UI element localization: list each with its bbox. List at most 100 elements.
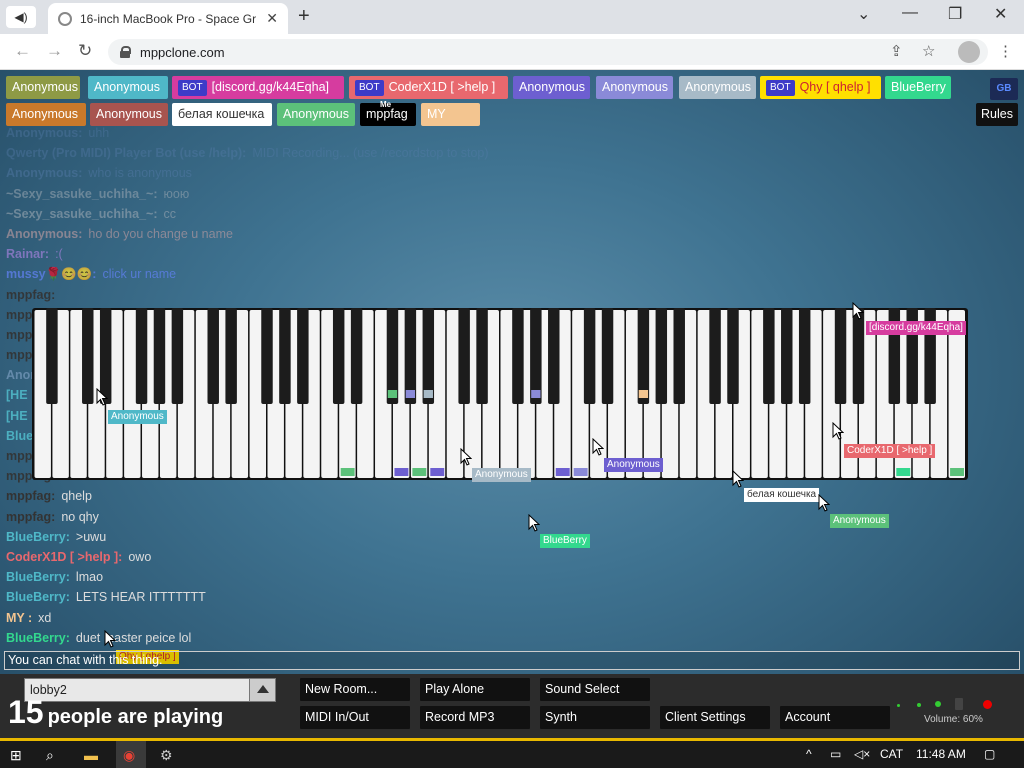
black-key[interactable] — [834, 308, 847, 404]
gb-button[interactable]: GB — [990, 78, 1018, 100]
volume-muted-icon[interactable]: ◁× — [854, 747, 870, 761]
black-key[interactable] — [332, 308, 345, 404]
rules-button[interactable]: Rules — [976, 103, 1018, 126]
forward-button[interactable]: → — [46, 41, 63, 61]
user-badge[interactable]: Anonymous — [513, 76, 590, 99]
user-badge[interactable]: BOT [discord.gg/k44Eqha] — [172, 76, 344, 99]
play-alone-button[interactable]: Play Alone — [420, 678, 530, 701]
black-key[interactable] — [261, 308, 273, 404]
chat-author[interactable]: BlueBerry: — [6, 590, 70, 604]
clock[interactable]: 11:48 AM — [916, 747, 966, 761]
black-key[interactable] — [798, 308, 811, 404]
black-key[interactable] — [601, 308, 614, 404]
minimize-button[interactable]: — — [902, 4, 918, 22]
black-key[interactable] — [458, 308, 470, 404]
user-badge[interactable]: Anonymous — [6, 76, 80, 99]
black-key[interactable] — [135, 308, 148, 404]
black-key[interactable] — [673, 308, 685, 404]
chat-input[interactable]: You can chat with this thing. — [4, 651, 1020, 670]
black-key[interactable] — [404, 308, 417, 404]
user-badge[interactable]: BOT CoderX1D [ >help ] — [349, 76, 508, 99]
address-bar[interactable]: mppclone.com — [108, 39, 988, 65]
black-key[interactable] — [655, 308, 668, 404]
menu-dots-icon[interactable]: ⋮ — [998, 42, 1013, 60]
chat-author[interactable]: mppfag: — [6, 288, 55, 302]
user-badge[interactable]: Anonymous — [596, 76, 673, 99]
chat-author[interactable]: MY : — [6, 611, 32, 625]
black-key[interactable] — [297, 308, 309, 404]
bookmark-star-icon[interactable]: ☆ — [922, 42, 935, 60]
windows-start-icon[interactable]: ⊞ — [10, 747, 22, 764]
close-tab-icon[interactable]: ✕ — [266, 10, 278, 27]
chat-author[interactable]: mppfag: — [6, 489, 55, 503]
browser-tab[interactable]: 16-inch MacBook Pro - Space Gr ✕ — [48, 3, 288, 34]
midi-in-out-button[interactable]: MIDI In/Out — [300, 706, 410, 729]
black-key[interactable] — [781, 308, 793, 404]
chat-author[interactable]: BlueBerry: — [6, 631, 70, 645]
black-key[interactable] — [583, 308, 596, 404]
close-window-button[interactable]: ✕ — [994, 4, 1007, 24]
chat-author[interactable]: ~Sexy_sasuke_uchiha_~: — [6, 207, 158, 221]
new-tab-button[interactable]: + — [298, 5, 310, 28]
user-badge[interactable]: BlueBerry — [885, 76, 951, 99]
chat-author[interactable]: mussy🌹😊😊: — [6, 267, 96, 281]
file-explorer-icon[interactable]: ▬ — [84, 747, 98, 763]
user-badge[interactable]: Anonymous — [90, 103, 168, 126]
account-button[interactable]: Account — [780, 706, 890, 729]
user-badge[interactable]: BOT Qhy [ qhelp ] — [760, 76, 881, 99]
tray-chevron-icon[interactable]: ^ — [806, 747, 812, 761]
chat-author[interactable]: Anonymous: — [6, 227, 82, 241]
black-key[interactable] — [207, 308, 219, 404]
tab-search-icon[interactable]: ⌄ — [857, 4, 870, 24]
chat-author[interactable]: Qwerty (Pro MIDI) Player Bot (use /help)… — [6, 146, 246, 160]
chat-author[interactable]: BlueBerry: — [6, 530, 70, 544]
black-key[interactable] — [225, 308, 237, 404]
volume-knob[interactable] — [955, 698, 963, 710]
user-badge[interactable]: белая кошечка — [172, 103, 272, 126]
black-key[interactable] — [422, 308, 435, 404]
synth-button[interactable]: Synth — [540, 706, 650, 729]
chrome-icon[interactable]: ◉ — [123, 747, 135, 764]
piano-keys[interactable] — [34, 308, 966, 480]
app-icon[interactable]: ⚙ — [160, 747, 173, 764]
speaker-icon[interactable]: ◀) — [6, 6, 36, 28]
record-mp3-button[interactable]: Record MP3 — [420, 706, 530, 729]
back-button[interactable]: ← — [14, 41, 31, 61]
restore-button[interactable]: ❐ — [948, 4, 962, 24]
language-indicator[interactable]: CAT — [880, 747, 903, 761]
black-key[interactable] — [512, 308, 524, 404]
black-key[interactable] — [530, 308, 542, 404]
notifications-icon[interactable]: ▢ — [984, 747, 995, 761]
black-key[interactable] — [727, 308, 739, 404]
chat-author[interactable]: mppfag: — [6, 510, 55, 524]
user-badge[interactable]: Anonymous — [88, 76, 168, 99]
client-settings-button[interactable]: Client Settings — [660, 706, 770, 729]
chat-author[interactable]: CoderX1D [ >help ]: — [6, 550, 122, 564]
user-badge[interactable]: Anonymous — [277, 103, 355, 126]
profile-avatar[interactable] — [958, 41, 980, 63]
user-badge[interactable]: Anonymous — [679, 76, 756, 99]
black-key[interactable] — [350, 308, 363, 404]
chat-author[interactable]: Anonymous: — [6, 126, 82, 140]
black-key[interactable] — [82, 308, 94, 404]
share-icon[interactable]: ⇪ — [890, 42, 903, 60]
black-key[interactable] — [46, 308, 58, 404]
black-key[interactable] — [386, 308, 399, 404]
chat-author[interactable]: ~Sexy_sasuke_uchiha_~: — [6, 187, 158, 201]
chat-author[interactable]: [HE — [6, 388, 28, 402]
black-key[interactable] — [709, 308, 721, 404]
chat-author[interactable]: Anonymous: — [6, 166, 82, 180]
black-key[interactable] — [171, 308, 184, 404]
black-key[interactable] — [279, 308, 291, 404]
piano-keyboard[interactable] — [32, 308, 968, 480]
white-key[interactable] — [948, 310, 965, 478]
chat-author[interactable]: [HE — [6, 409, 28, 423]
sound-select-button[interactable]: Sound Select — [540, 678, 650, 701]
chat-author[interactable]: Rainar: — [6, 247, 49, 261]
black-key[interactable] — [852, 308, 865, 404]
black-key[interactable] — [637, 308, 650, 404]
user-badge[interactable]: MY — [421, 103, 480, 126]
new-room-button[interactable]: New Room... — [300, 678, 410, 701]
search-icon[interactable]: ⌕ — [46, 747, 54, 764]
user-badge[interactable]: Anonymous — [6, 103, 86, 126]
